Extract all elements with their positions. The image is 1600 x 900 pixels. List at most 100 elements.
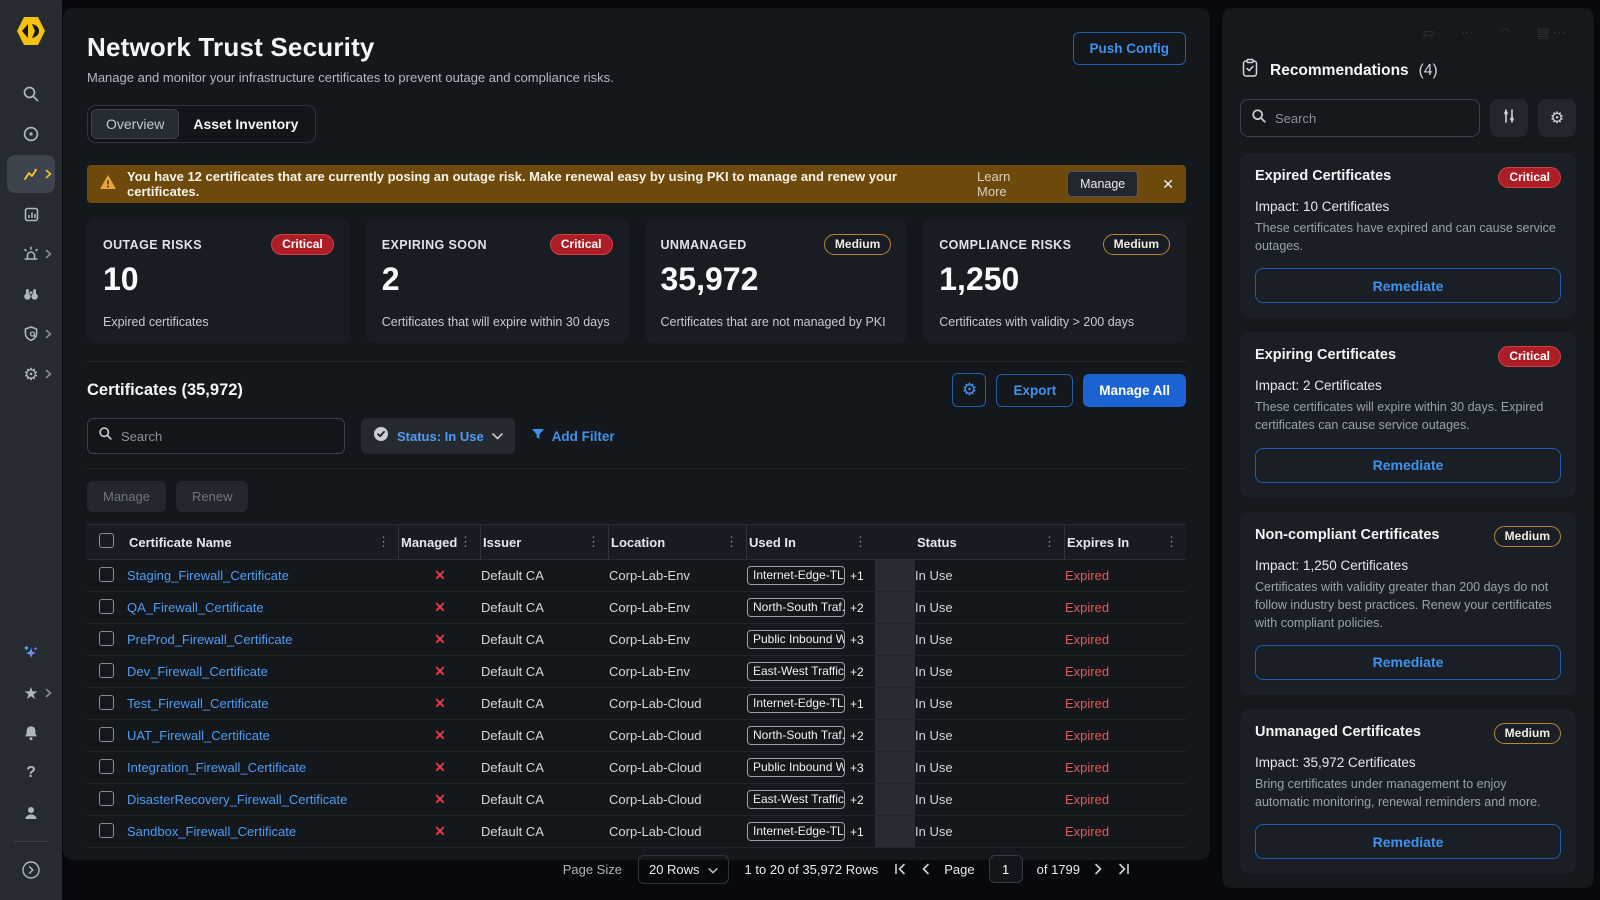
sidebar-item-discover[interactable] — [7, 274, 55, 314]
used-in-more[interactable]: +2 — [850, 729, 864, 743]
export-button[interactable]: Export — [996, 374, 1073, 407]
sidebar-item-scope[interactable] — [7, 114, 55, 154]
column-menu-icon[interactable]: ⋮ — [1043, 534, 1056, 550]
certificate-link[interactable]: PreProd_Firewall_Certificate — [127, 632, 292, 647]
certificate-link[interactable]: Dev_Firewall_Certificate — [127, 664, 268, 679]
certificate-link[interactable]: Sandbox_Firewall_Certificate — [127, 824, 296, 839]
remediate-button[interactable]: Remediate — [1255, 824, 1561, 859]
used-in-chip[interactable]: Internet-Edge-TLS — [747, 694, 845, 713]
bulk-manage-button[interactable]: Manage — [87, 481, 166, 512]
column-menu-icon[interactable]: ⋮ — [377, 534, 390, 550]
used-in-more[interactable]: +2 — [850, 665, 864, 679]
certificate-link[interactable]: Staging_Firewall_Certificate — [127, 568, 289, 583]
used-in-chip[interactable]: East-West Traffic... — [747, 790, 845, 809]
expires-cell: Expired — [1065, 792, 1186, 807]
certificate-link[interactable]: Test_Firewall_Certificate — [127, 696, 269, 711]
sidebar-item-search[interactable] — [7, 74, 55, 114]
used-in-chip[interactable]: Public Inbound W... — [747, 630, 845, 649]
remediate-button[interactable]: Remediate — [1255, 645, 1561, 680]
row-checkbox[interactable] — [99, 791, 114, 806]
used-in-chip[interactable]: North-South Traf... — [747, 726, 845, 745]
previous-page-icon[interactable] — [921, 863, 930, 875]
certificate-link[interactable]: Integration_Firewall_Certificate — [127, 760, 306, 775]
manage-all-button[interactable]: Manage All — [1083, 374, 1186, 407]
used-in-chip[interactable]: Public Inbound W... — [747, 758, 845, 777]
chevron-right-icon — [45, 170, 52, 179]
sidebar-item-notifications[interactable] — [7, 713, 55, 753]
location-cell: Corp-Lab-Env — [609, 568, 747, 583]
sidebar-collapse-button[interactable] — [7, 850, 55, 890]
chevron-right-icon — [45, 250, 52, 259]
tab-overview[interactable]: Overview — [91, 109, 179, 139]
bulk-renew-button[interactable]: Renew — [176, 481, 248, 512]
row-checkbox[interactable] — [99, 695, 114, 710]
column-menu-icon[interactable]: ⋮ — [854, 534, 867, 550]
status-filter-label: Status: In Use — [397, 429, 484, 444]
search-input[interactable] — [121, 429, 334, 444]
sidebar-item-network-trust[interactable] — [7, 155, 55, 193]
certificate-link[interactable]: UAT_Firewall_Certificate — [127, 728, 270, 743]
sidebar-item-help[interactable]: ? — [7, 753, 55, 793]
recommendations-settings-button[interactable]: ⚙ — [1538, 99, 1576, 137]
page-size-select[interactable]: 20 Rows — [638, 855, 729, 884]
page-number-input[interactable] — [989, 855, 1023, 883]
used-in-more[interactable]: +2 — [850, 601, 864, 615]
filter-sliders-button[interactable] — [1490, 99, 1528, 137]
first-page-icon[interactable] — [894, 863, 907, 875]
row-checkbox[interactable] — [99, 663, 114, 678]
used-in-more[interactable]: +3 — [850, 761, 864, 775]
used-in-chip[interactable]: East-West Traffic... — [747, 662, 845, 681]
used-in-chip[interactable]: Internet-Edge-TLS — [747, 566, 845, 585]
used-in-chip[interactable]: Internet-Edge-TLS — [747, 822, 845, 841]
banner-manage-button[interactable]: Manage — [1067, 171, 1138, 197]
expires-cell: Expired — [1065, 664, 1186, 679]
last-page-icon[interactable] — [1117, 863, 1130, 875]
expires-cell: Expired — [1065, 760, 1186, 775]
location-cell: Corp-Lab-Env — [609, 664, 747, 679]
panel-chart-icon — [23, 206, 40, 223]
select-all-checkbox[interactable] — [99, 533, 114, 548]
used-in-more[interactable]: +1 — [850, 825, 864, 839]
used-in-more[interactable]: +1 — [850, 569, 864, 583]
remediate-button[interactable]: Remediate — [1255, 268, 1561, 303]
app-sidebar: ⚙ ★ ? — [0, 0, 62, 900]
chevron-right-icon — [45, 330, 52, 339]
sidebar-item-copilot[interactable] — [7, 633, 55, 673]
next-page-icon[interactable] — [1094, 863, 1103, 875]
certificate-link[interactable]: DisasterRecovery_Firewall_Certificate — [127, 792, 347, 807]
location-cell: Corp-Lab-Cloud — [609, 728, 747, 743]
push-config-button[interactable]: Push Config — [1073, 32, 1187, 65]
sidebar-item-settings[interactable]: ⚙ — [7, 354, 55, 394]
tab-asset-inventory[interactable]: Asset Inventory — [179, 110, 312, 138]
certificate-link[interactable]: QA_Firewall_Certificate — [127, 600, 264, 615]
add-filter-button[interactable]: Add Filter — [531, 428, 615, 445]
search-input[interactable] — [1275, 111, 1469, 126]
remediate-button[interactable]: Remediate — [1255, 448, 1561, 483]
column-menu-icon[interactable]: ⋮ — [459, 534, 472, 550]
close-icon[interactable]: ✕ — [1162, 176, 1174, 193]
sidebar-item-profile[interactable] — [7, 793, 55, 833]
used-in-chip[interactable]: North-South Traf... — [747, 598, 845, 617]
status-filter-chip[interactable]: Status: In Use — [361, 418, 515, 454]
recommendations-search — [1240, 99, 1480, 137]
column-menu-icon[interactable]: ⋮ — [587, 534, 600, 550]
used-in-more[interactable]: +3 — [850, 633, 864, 647]
sidebar-item-dashboards[interactable] — [7, 194, 55, 234]
row-checkbox[interactable] — [99, 599, 114, 614]
row-checkbox[interactable] — [99, 567, 114, 582]
used-in-more[interactable]: +1 — [850, 697, 864, 711]
row-checkbox[interactable] — [99, 759, 114, 774]
sidebar-item-favorites[interactable]: ★ — [7, 673, 55, 713]
column-menu-icon[interactable]: ⋮ — [725, 534, 738, 550]
sidebar-item-incidents[interactable] — [7, 234, 55, 274]
row-checkbox[interactable] — [99, 727, 114, 742]
row-checkbox[interactable] — [99, 631, 114, 646]
column-menu-icon[interactable]: ⋮ — [1165, 534, 1178, 550]
sidebar-item-policy-check[interactable] — [7, 314, 55, 354]
row-checkbox[interactable] — [99, 823, 114, 838]
table-settings-button[interactable]: ⚙ — [952, 373, 986, 407]
table-row: QA_Firewall_Certificate ✕ Default CA Cor… — [87, 592, 1186, 624]
used-in-more[interactable]: +2 — [850, 793, 864, 807]
learn-more-link[interactable]: Learn More — [977, 169, 1043, 199]
clipboard-check-icon — [1240, 58, 1260, 83]
